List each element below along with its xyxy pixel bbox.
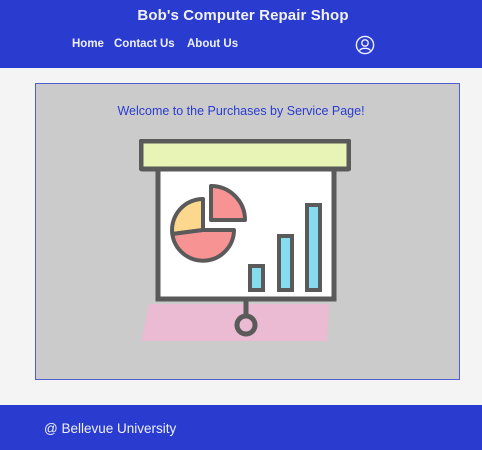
welcome-message: Welcome to the Purchases by Service Page…: [117, 104, 365, 118]
user-circle-icon[interactable]: [355, 35, 375, 55]
site-header: Bob's Computer Repair Shop Home Contact …: [0, 0, 482, 68]
nav-about-link[interactable]: About Us: [187, 38, 238, 50]
content-panel: Welcome to the Purchases by Service Page…: [35, 83, 460, 380]
presentation-chart-icon: [138, 138, 352, 346]
site-title: Bob's Computer Repair Shop: [137, 7, 349, 24]
footer-credit: @ Bellevue University: [44, 421, 177, 436]
site-footer: @ Bellevue University: [0, 405, 482, 450]
nav-contact-link[interactable]: Contact Us: [114, 38, 175, 50]
nav-home-link[interactable]: Home: [72, 38, 104, 50]
